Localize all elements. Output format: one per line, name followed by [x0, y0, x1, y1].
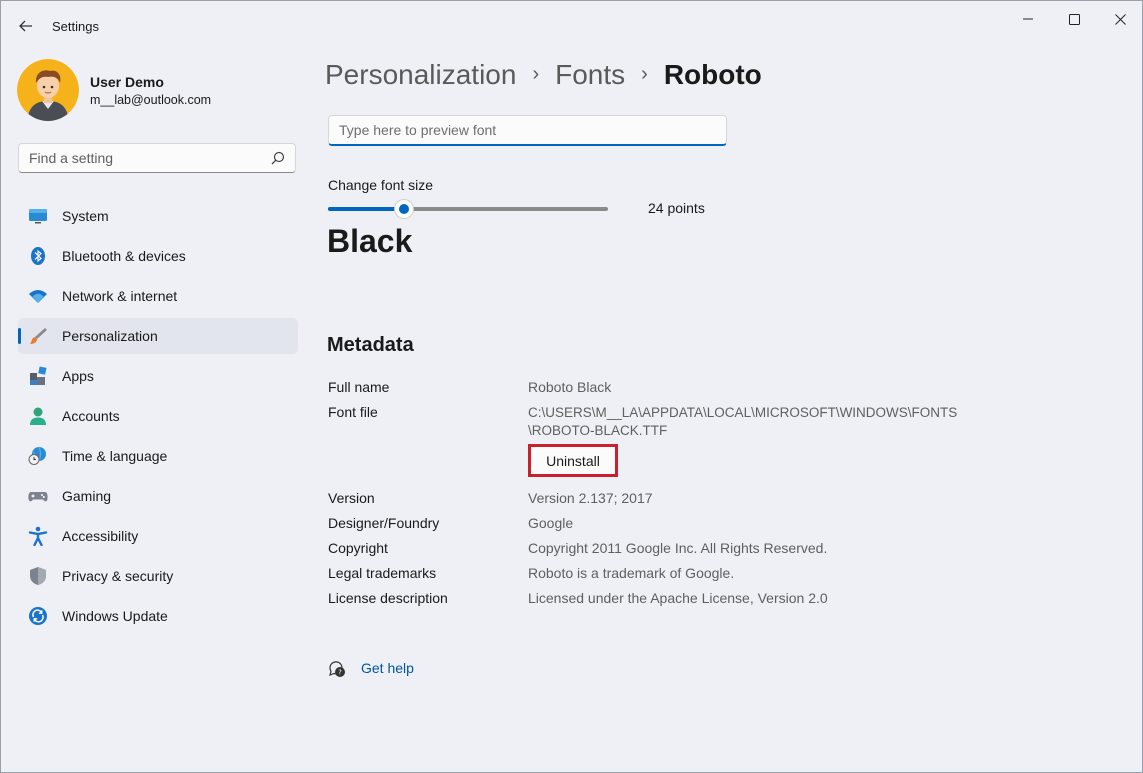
shield-icon [30, 567, 46, 585]
breadcrumb: Personalization › Fonts › Roboto [325, 59, 762, 91]
font-size-value: 24 points [648, 200, 705, 216]
sidebar-item-windows-update[interactable]: Windows Update [18, 598, 298, 634]
copyright-label: Copyright [328, 540, 388, 556]
uninstall-button[interactable]: Uninstall [528, 444, 618, 477]
svg-text:?: ? [338, 669, 342, 677]
bluetooth-icon [31, 247, 45, 265]
preview-field [328, 115, 727, 146]
close-icon [1114, 13, 1126, 25]
back-arrow-icon [19, 20, 32, 32]
sidebar-item-label: Gaming [62, 488, 112, 504]
sidebar-item-gaming[interactable]: Gaming [18, 478, 298, 514]
globe-clock-icon [28, 446, 46, 465]
sidebar-item-privacy[interactable]: Privacy & security [18, 558, 298, 594]
minimize-icon [1023, 18, 1033, 20]
copyright-value: Copyright 2011 Google Inc. All Rights Re… [528, 540, 828, 556]
font-size-label: Change font size [328, 177, 434, 193]
sidebar-item-network[interactable]: Network & internet [18, 278, 298, 314]
person-icon [30, 407, 46, 425]
wifi-icon [29, 290, 47, 303]
sidebar-item-time-language[interactable]: Time & language [18, 438, 298, 474]
back-button[interactable] [15, 15, 37, 37]
get-help-label: Get help [361, 660, 414, 676]
settings-window: Settings User Demo m__lab@outlook.com Fi… [0, 0, 1143, 773]
full-name-value: Roboto Black [528, 379, 612, 395]
close-button[interactable] [1097, 9, 1143, 29]
monitor-icon [29, 209, 47, 224]
user-avatar-icon [17, 59, 79, 121]
breadcrumb-fonts[interactable]: Fonts [555, 59, 625, 90]
sidebar-item-bluetooth[interactable]: Bluetooth & devices [18, 238, 298, 274]
sidebar-item-label: System [62, 208, 109, 224]
apps-icon [30, 366, 47, 385]
accessibility-icon [28, 526, 48, 546]
page-title: Roboto [663, 59, 762, 90]
search-box [18, 143, 296, 173]
version-label: Version [328, 490, 375, 506]
license-label: License description [328, 590, 448, 606]
sidebar-item-system[interactable]: System [18, 198, 298, 234]
font-size-slider[interactable] [328, 199, 608, 219]
maximize-button[interactable] [1051, 9, 1097, 29]
metadata-heading: Metadata [327, 334, 414, 356]
license-value: Licensed under the Apache License, Versi… [528, 590, 828, 606]
sidebar-item-label: Privacy & security [62, 568, 174, 584]
trademarks-label: Legal trademarks [328, 565, 437, 581]
minimize-button[interactable] [1005, 9, 1051, 29]
sidebar-item-label: Accounts [62, 408, 120, 424]
font-preview-sample: Black [327, 223, 413, 259]
user-email: m__lab@outlook.com [90, 93, 212, 107]
breadcrumb-personalization[interactable]: Personalization [325, 59, 516, 90]
sidebar-item-label: Apps [62, 368, 94, 384]
brush-icon [30, 328, 47, 344]
sidebar-item-personalization[interactable]: Personalization [18, 318, 298, 354]
chevron-right-icon: › [532, 63, 540, 85]
chevron-right-icon: › [641, 63, 648, 85]
sidebar-item-accounts[interactable]: Accounts [18, 398, 298, 434]
trademarks-value: Roboto is a trademark of Google. [528, 565, 735, 581]
sidebar-item-apps[interactable]: Apps [18, 358, 298, 394]
sidebar-item-label: Network & internet [62, 288, 178, 304]
designer-value: Google [528, 515, 574, 531]
get-help-link[interactable]: ? Get help [328, 659, 414, 679]
search-icon[interactable] [271, 151, 285, 165]
update-icon [29, 607, 47, 625]
avatar[interactable] [17, 59, 79, 121]
full-name-label: Full name [328, 379, 390, 395]
preview-font-input[interactable] [329, 116, 726, 144]
designer-label: Designer/Foundry [328, 515, 440, 531]
font-file-label: Font file [328, 404, 378, 420]
sidebar-item-label: Bluetooth & devices [62, 248, 186, 264]
sidebar-item-label: Accessibility [62, 528, 139, 544]
active-indicator [18, 328, 21, 344]
sidebar-item-label: Time & language [62, 448, 168, 464]
sidebar-item-label: Personalization [62, 328, 158, 344]
font-file-path-line1: C:\USERS\M__LA\APPDATA\LOCAL\MICROSOFT\W… [528, 405, 958, 420]
title-bar: Settings [1, 1, 1142, 49]
maximize-icon [1068, 13, 1080, 25]
user-name: User Demo [90, 74, 164, 90]
version-value: Version 2.137; 2017 [528, 490, 653, 506]
search-input[interactable] [19, 144, 269, 172]
slider-thumb[interactable] [395, 200, 413, 218]
slider-fill [328, 207, 404, 211]
font-file-path-line2: \ROBOTO-BLACK.TTF [528, 423, 668, 438]
help-chat-icon: ? [329, 661, 345, 677]
gamepad-icon [28, 492, 48, 502]
sidebar-item-label: Windows Update [62, 608, 168, 624]
app-title: Settings [52, 19, 99, 34]
sidebar-item-accessibility[interactable]: Accessibility [18, 518, 298, 554]
